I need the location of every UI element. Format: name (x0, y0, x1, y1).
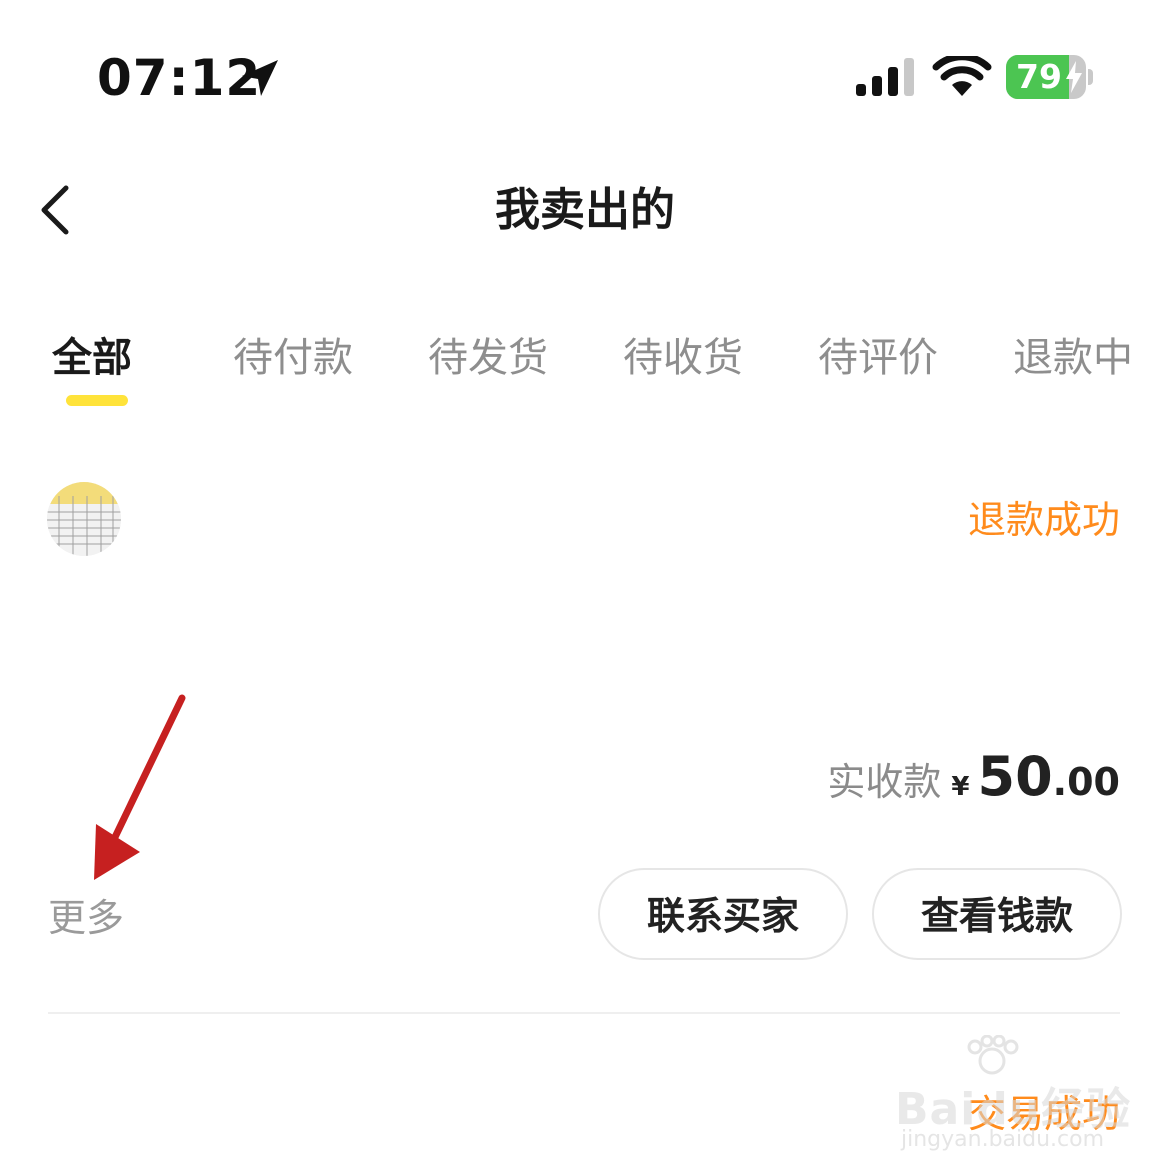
paw-logo-icon (967, 1035, 1019, 1075)
order-status-refund: 退款成功 (967, 498, 1120, 542)
tab-pending-receipt[interactable]: 待收货 (623, 328, 743, 388)
status-time: 07:12 (97, 49, 262, 107)
more-link[interactable]: 更多 (48, 892, 124, 944)
tab-pending-shipment[interactable]: 待发货 (428, 328, 548, 388)
page-title: 我卖出的 (494, 183, 675, 236)
battery-percent: 79 (1016, 57, 1062, 96)
order-divider (48, 1012, 1120, 1014)
charging-bolt-icon (1066, 61, 1082, 93)
active-tab-indicator (66, 395, 128, 406)
location-arrow-icon (242, 60, 278, 96)
contact-buyer-button[interactable]: 联系买家 (598, 868, 848, 960)
amount-label: 实收款 (827, 760, 942, 804)
battery-charging-icon: 79 (1006, 55, 1094, 99)
watermark: Baidu经验 jingyan.baidu.com (895, 1035, 1135, 1155)
view-payment-button[interactable]: 查看钱款 (872, 868, 1122, 960)
amount-integer: 50 (977, 745, 1053, 808)
amount-row: 实收款 ¥50.00 (827, 745, 1120, 815)
wifi-icon (932, 56, 992, 96)
tab-refunding[interactable]: 退款中 (1013, 328, 1133, 388)
chevron-left-icon[interactable] (36, 182, 76, 238)
amount-decimal: .00 (1052, 760, 1120, 804)
tab-pending-payment[interactable]: 待付款 (233, 328, 353, 388)
tab-pending-review[interactable]: 待评价 (818, 328, 938, 388)
buyer-avatar[interactable] (47, 482, 121, 556)
tab-all[interactable]: 全部 (52, 328, 132, 388)
currency-symbol: ¥ (951, 772, 970, 802)
cellular-signal-icon (856, 58, 914, 96)
watermark-url: jingyan.baidu.com (901, 1127, 1105, 1152)
annotation-arrow-icon (94, 694, 186, 880)
